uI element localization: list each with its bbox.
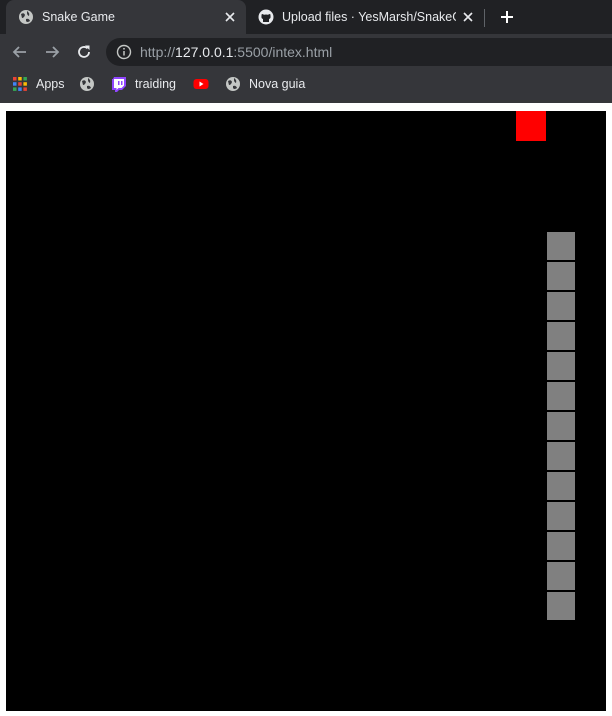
tab-upload-files[interactable]: Upload files · YesMarsh/SnakeGame [246, 0, 484, 34]
bookmarks-bar: Apps traiding Nova guia [0, 70, 612, 99]
snake-segment [546, 291, 576, 321]
globe-icon [226, 77, 240, 91]
address-bar[interactable]: http://127.0.0.1:5500/intex.html [106, 38, 612, 66]
url-text: http://127.0.0.1:5500/intex.html [140, 45, 332, 60]
food-apple [516, 111, 546, 141]
url-path: :5500/intex.html [233, 44, 333, 60]
reload-icon[interactable] [74, 42, 94, 62]
url-host: 127.0.0.1 [175, 44, 234, 60]
bookmark-apps[interactable]: Apps [12, 76, 65, 92]
close-icon[interactable] [222, 9, 238, 25]
tab-title: Upload files · YesMarsh/SnakeGame [282, 10, 456, 24]
bookmark-globe[interactable] [79, 76, 95, 92]
github-icon [258, 9, 274, 25]
snake-segment [546, 531, 576, 561]
snake-segment [546, 411, 576, 441]
snake-head [546, 231, 576, 261]
browser-toolbar: http://127.0.0.1:5500/intex.html [0, 34, 612, 70]
tab-separator [484, 9, 485, 27]
url-scheme: http:// [140, 44, 176, 60]
info-icon[interactable] [116, 44, 132, 60]
snake-segment [546, 441, 576, 471]
snake-segment [546, 351, 576, 381]
snake-segment [546, 261, 576, 291]
close-icon[interactable] [460, 9, 476, 25]
snake-segment [546, 561, 576, 591]
youtube-icon [193, 79, 209, 89]
tab-title: Snake Game [42, 10, 115, 24]
globe-icon [80, 77, 94, 91]
tab-snake-game[interactable]: Snake Game [6, 0, 246, 34]
snake-segment [546, 381, 576, 411]
bookmark-label: Apps [36, 77, 65, 91]
tab-strip: Snake Game Upload files · YesMarsh/Snake… [0, 0, 612, 34]
snake-segment [546, 501, 576, 531]
snake-segment [546, 471, 576, 501]
snake-segment [546, 321, 576, 351]
bookmark-traiding[interactable]: traiding [111, 76, 176, 92]
bookmark-label: Nova guia [249, 77, 306, 91]
apps-grid-icon [13, 77, 27, 91]
back-arrow-icon[interactable] [10, 42, 30, 62]
page-viewport [0, 103, 612, 716]
bookmark-youtube[interactable] [193, 76, 209, 92]
new-tab-plus-icon[interactable] [498, 8, 516, 26]
twitch-icon [112, 77, 126, 92]
forward-arrow-icon[interactable] [42, 42, 62, 62]
bookmark-label: traiding [135, 77, 176, 91]
snake-segment [546, 591, 576, 621]
game-board[interactable] [6, 111, 606, 711]
bookmark-nova-guia[interactable]: Nova guia [225, 76, 305, 92]
globe-icon [19, 10, 33, 24]
